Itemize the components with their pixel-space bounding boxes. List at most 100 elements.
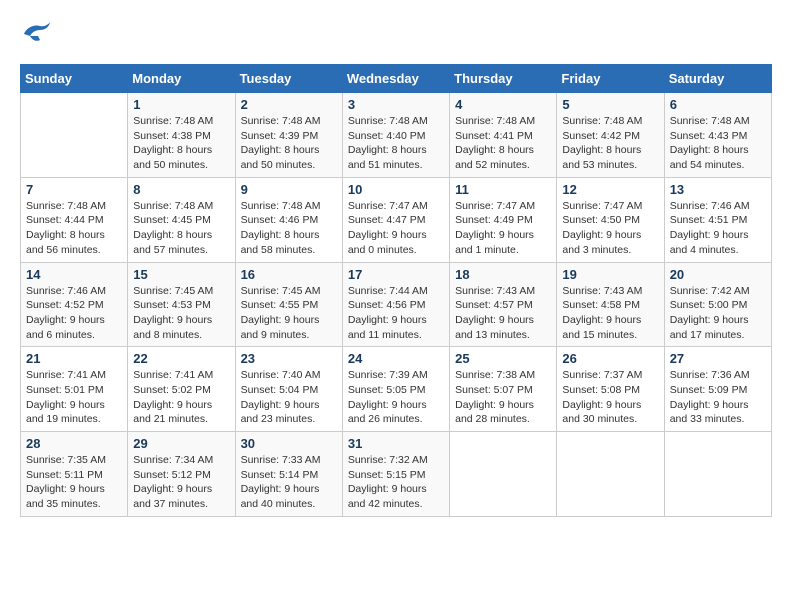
day-info: Sunrise: 7:45 AMSunset: 4:53 PMDaylight:… xyxy=(133,284,229,343)
day-number: 23 xyxy=(241,351,337,366)
day-number: 26 xyxy=(562,351,658,366)
calendar-cell: 17 Sunrise: 7:44 AMSunset: 4:56 PMDayligh… xyxy=(342,262,449,347)
day-of-week-header: Wednesday xyxy=(342,65,449,93)
day-number: 27 xyxy=(670,351,766,366)
day-info: Sunrise: 7:48 AMSunset: 4:40 PMDaylight:… xyxy=(348,114,444,173)
calendar-cell: 15 Sunrise: 7:45 AMSunset: 4:53 PMDayligh… xyxy=(128,262,235,347)
day-number: 17 xyxy=(348,267,444,282)
calendar-cell: 8 Sunrise: 7:48 AMSunset: 4:45 PMDaylight… xyxy=(128,177,235,262)
day-info: Sunrise: 7:47 AMSunset: 4:50 PMDaylight:… xyxy=(562,199,658,258)
day-info: Sunrise: 7:48 AMSunset: 4:44 PMDaylight:… xyxy=(26,199,122,258)
day-of-week-header: Sunday xyxy=(21,65,128,93)
day-number: 22 xyxy=(133,351,229,366)
day-info: Sunrise: 7:45 AMSunset: 4:55 PMDaylight:… xyxy=(241,284,337,343)
day-number: 16 xyxy=(241,267,337,282)
day-number: 30 xyxy=(241,436,337,451)
day-info: Sunrise: 7:41 AMSunset: 5:02 PMDaylight:… xyxy=(133,368,229,427)
day-info: Sunrise: 7:36 AMSunset: 5:09 PMDaylight:… xyxy=(670,368,766,427)
calendar-cell: 24 Sunrise: 7:39 AMSunset: 5:05 PMDayligh… xyxy=(342,347,449,432)
day-of-week-header: Tuesday xyxy=(235,65,342,93)
calendar-week-row: 21Sunrise: 7:41 AMSunset: 5:01 PMDayligh… xyxy=(21,347,772,432)
calendar-cell: 28 Sunrise: 7:35 AMSunset: 5:11 PMDayligh… xyxy=(21,432,128,517)
day-info: Sunrise: 7:43 AMSunset: 4:57 PMDaylight:… xyxy=(455,284,551,343)
day-number: 7 xyxy=(26,182,122,197)
day-number: 6 xyxy=(670,97,766,112)
calendar-cell xyxy=(21,93,128,178)
day-number: 29 xyxy=(133,436,229,451)
day-number: 15 xyxy=(133,267,229,282)
day-number: 21 xyxy=(26,351,122,366)
day-info: Sunrise: 7:42 AMSunset: 5:00 PMDaylight:… xyxy=(670,284,766,343)
day-info: Sunrise: 7:44 AMSunset: 4:56 PMDaylight:… xyxy=(348,284,444,343)
day-number: 13 xyxy=(670,182,766,197)
day-number: 24 xyxy=(348,351,444,366)
calendar-cell: 20 Sunrise: 7:42 AMSunset: 5:00 PMDayligh… xyxy=(664,262,771,347)
calendar-cell: 21Sunrise: 7:41 AMSunset: 5:01 PMDayligh… xyxy=(21,347,128,432)
day-number: 28 xyxy=(26,436,122,451)
day-number: 5 xyxy=(562,97,658,112)
day-info: Sunrise: 7:34 AMSunset: 5:12 PMDaylight:… xyxy=(133,453,229,512)
day-info: Sunrise: 7:48 AMSunset: 4:46 PMDaylight:… xyxy=(241,199,337,258)
day-number: 10 xyxy=(348,182,444,197)
day-number: 18 xyxy=(455,267,551,282)
day-number: 4 xyxy=(455,97,551,112)
calendar-cell: 22 Sunrise: 7:41 AMSunset: 5:02 PMDayligh… xyxy=(128,347,235,432)
day-number: 1 xyxy=(133,97,229,112)
calendar-cell: 19Sunrise: 7:43 AMSunset: 4:58 PMDayligh… xyxy=(557,262,664,347)
day-info: Sunrise: 7:39 AMSunset: 5:05 PMDaylight:… xyxy=(348,368,444,427)
calendar-cell: 10 Sunrise: 7:47 AMSunset: 4:47 PMDayligh… xyxy=(342,177,449,262)
day-number: 25 xyxy=(455,351,551,366)
day-info: Sunrise: 7:35 AMSunset: 5:11 PMDaylight:… xyxy=(26,453,122,512)
day-info: Sunrise: 7:48 AMSunset: 4:45 PMDaylight:… xyxy=(133,199,229,258)
calendar-cell xyxy=(664,432,771,517)
calendar-cell: 14Sunrise: 7:46 AMSunset: 4:52 PMDayligh… xyxy=(21,262,128,347)
calendar-cell: 5Sunrise: 7:48 AMSunset: 4:42 PMDaylight… xyxy=(557,93,664,178)
day-info: Sunrise: 7:37 AMSunset: 5:08 PMDaylight:… xyxy=(562,368,658,427)
day-info: Sunrise: 7:47 AMSunset: 4:47 PMDaylight:… xyxy=(348,199,444,258)
day-info: Sunrise: 7:48 AMSunset: 4:38 PMDaylight:… xyxy=(133,114,229,173)
calendar-week-row: 28 Sunrise: 7:35 AMSunset: 5:11 PMDayligh… xyxy=(21,432,772,517)
calendar-cell: 1 Sunrise: 7:48 AMSunset: 4:38 PMDaylight… xyxy=(128,93,235,178)
calendar-cell: 9 Sunrise: 7:48 AMSunset: 4:46 PMDaylight… xyxy=(235,177,342,262)
calendar-cell: 23 Sunrise: 7:40 AMSunset: 5:04 PMDayligh… xyxy=(235,347,342,432)
calendar-cell: 3 Sunrise: 7:48 AMSunset: 4:40 PMDaylight… xyxy=(342,93,449,178)
calendar-cell: 27 Sunrise: 7:36 AMSunset: 5:09 PMDayligh… xyxy=(664,347,771,432)
day-info: Sunrise: 7:48 AMSunset: 4:41 PMDaylight:… xyxy=(455,114,551,173)
calendar-week-row: 7 Sunrise: 7:48 AMSunset: 4:44 PMDaylight… xyxy=(21,177,772,262)
calendar-cell: 11Sunrise: 7:47 AMSunset: 4:49 PMDayligh… xyxy=(450,177,557,262)
calendar-cell: 31 Sunrise: 7:32 AMSunset: 5:15 PMDayligh… xyxy=(342,432,449,517)
calendar-week-row: 14Sunrise: 7:46 AMSunset: 4:52 PMDayligh… xyxy=(21,262,772,347)
day-info: Sunrise: 7:32 AMSunset: 5:15 PMDaylight:… xyxy=(348,453,444,512)
calendar-cell: 4 Sunrise: 7:48 AMSunset: 4:41 PMDaylight… xyxy=(450,93,557,178)
day-number: 8 xyxy=(133,182,229,197)
calendar-cell: 6 Sunrise: 7:48 AMSunset: 4:43 PMDaylight… xyxy=(664,93,771,178)
day-of-week-header: Thursday xyxy=(450,65,557,93)
day-info: Sunrise: 7:48 AMSunset: 4:39 PMDaylight:… xyxy=(241,114,337,173)
logo-bird-icon xyxy=(20,20,52,48)
calendar-cell: 26 Sunrise: 7:37 AMSunset: 5:08 PMDayligh… xyxy=(557,347,664,432)
calendar-cell: 29 Sunrise: 7:34 AMSunset: 5:12 PMDayligh… xyxy=(128,432,235,517)
calendar-cell: 7 Sunrise: 7:48 AMSunset: 4:44 PMDaylight… xyxy=(21,177,128,262)
day-number: 20 xyxy=(670,267,766,282)
logo xyxy=(20,20,56,48)
day-number: 3 xyxy=(348,97,444,112)
day-number: 9 xyxy=(241,182,337,197)
calendar-week-row: 1 Sunrise: 7:48 AMSunset: 4:38 PMDaylight… xyxy=(21,93,772,178)
day-info: Sunrise: 7:46 AMSunset: 4:51 PMDaylight:… xyxy=(670,199,766,258)
day-number: 31 xyxy=(348,436,444,451)
day-of-week-header: Friday xyxy=(557,65,664,93)
day-of-week-header: Saturday xyxy=(664,65,771,93)
day-info: Sunrise: 7:48 AMSunset: 4:43 PMDaylight:… xyxy=(670,114,766,173)
day-info: Sunrise: 7:40 AMSunset: 5:04 PMDaylight:… xyxy=(241,368,337,427)
day-number: 19 xyxy=(562,267,658,282)
calendar-cell: 13 Sunrise: 7:46 AMSunset: 4:51 PMDayligh… xyxy=(664,177,771,262)
day-number: 14 xyxy=(26,267,122,282)
calendar-cell: 12 Sunrise: 7:47 AMSunset: 4:50 PMDayligh… xyxy=(557,177,664,262)
page-header xyxy=(20,20,772,48)
day-info: Sunrise: 7:33 AMSunset: 5:14 PMDaylight:… xyxy=(241,453,337,512)
calendar-cell: 30 Sunrise: 7:33 AMSunset: 5:14 PMDayligh… xyxy=(235,432,342,517)
calendar-header-row: SundayMondayTuesdayWednesdayThursdayFrid… xyxy=(21,65,772,93)
day-number: 11 xyxy=(455,182,551,197)
calendar-cell: 16 Sunrise: 7:45 AMSunset: 4:55 PMDayligh… xyxy=(235,262,342,347)
day-number: 12 xyxy=(562,182,658,197)
